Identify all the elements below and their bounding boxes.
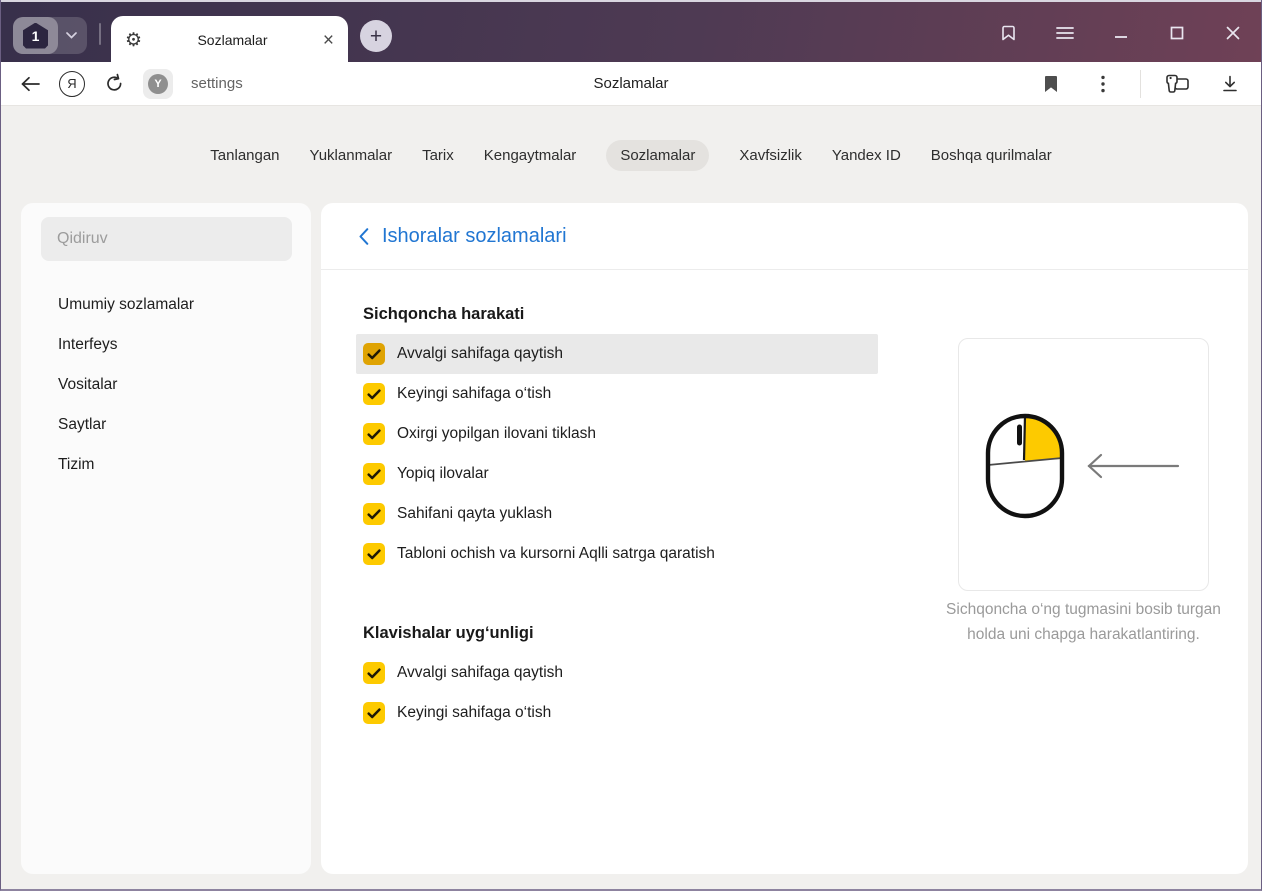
protect-letter: Y: [154, 77, 162, 90]
gestures-header[interactable]: Ishoralar sozlamalari: [321, 203, 1248, 270]
tab-yandex-id[interactable]: Yandex ID: [832, 140, 901, 171]
bookmark-icon[interactable]: [1036, 69, 1066, 99]
checkbox-checked-icon[interactable]: [363, 702, 385, 724]
tab-count: 1: [31, 27, 40, 44]
sidebar-item-vositalar[interactable]: Vositalar: [21, 365, 311, 405]
gesture-option-label: Keyingi sahifaga o‘tish: [397, 704, 552, 721]
gesture-option-label: Tabloni ochish va kursorni Aqlli satrga …: [397, 545, 715, 562]
gesture-option-row[interactable]: Sahifani qayta yuklash: [356, 494, 878, 534]
sidebar-item-interfeys[interactable]: Interfeys: [21, 325, 311, 365]
gesture-option-row[interactable]: Yopiq ilovalar: [356, 454, 878, 494]
close-tab-icon[interactable]: ×: [323, 31, 334, 50]
sidebar-item-saytlar[interactable]: Saytlar: [21, 405, 311, 445]
protect-icon: Y: [148, 73, 168, 94]
checkbox-checked-icon[interactable]: [363, 503, 385, 525]
mouse-illustration-icon: [985, 413, 1065, 519]
menu-icon[interactable]: [1053, 21, 1077, 45]
gesture-option-row[interactable]: Keyingi sahifaga o‘tish: [356, 693, 878, 733]
maximize-icon[interactable]: [1165, 21, 1189, 45]
checkbox-checked-icon[interactable]: [363, 423, 385, 445]
address-text[interactable]: settings: [191, 75, 243, 92]
more-options-icon[interactable]: [1088, 69, 1118, 99]
checkbox-checked-icon[interactable]: [363, 463, 385, 485]
checkbox-checked-icon[interactable]: [363, 543, 385, 565]
toolbar-divider: [1140, 69, 1141, 98]
gesture-option-label: Oxirgi yopilgan ilovani tiklash: [397, 425, 597, 442]
browser-window: 1 ⚙ Sozlamalar × + Я Y settings Sozlamal…: [0, 0, 1262, 891]
settings-page: Tanlangan Yuklanmalar Tarix Kengaytmalar…: [1, 107, 1261, 889]
new-tab-button[interactable]: +: [360, 20, 392, 52]
back-chevron-icon[interactable]: [359, 227, 369, 245]
sidebar-item-umumiy-sozlamalar[interactable]: Umumiy sozlamalar: [21, 285, 311, 325]
tab-kengaytmalar[interactable]: Kengaytmalar: [484, 140, 577, 171]
tab-title: Sozlamalar: [197, 32, 268, 48]
titlebar: 1 ⚙ Sozlamalar × +: [1, 0, 1261, 64]
gesture-option-label: Avvalgi sahifaga qaytish: [397, 345, 564, 362]
gesture-illustration-caption: Sichqoncha o‘ng tugmasini bosib turgan h…: [946, 601, 1221, 643]
sidebar-item-tizim[interactable]: Tizim: [21, 445, 311, 485]
yandex-home-button[interactable]: Я: [59, 70, 85, 97]
extensions-icon[interactable]: [1163, 69, 1193, 99]
gestures-settings-panel: Ishoralar sozlamalari Sichqoncha harakat…: [321, 203, 1248, 874]
gesture-option-label: Avvalgi sahifaga qaytish: [397, 664, 564, 681]
back-button[interactable]: [15, 69, 45, 99]
protect-badge[interactable]: Y: [143, 68, 173, 99]
settings-gear-icon: ⚙: [125, 29, 143, 51]
minimize-icon[interactable]: [1109, 21, 1133, 45]
yandex-letter: Я: [67, 76, 77, 91]
tab-boshqa-qurilmalar[interactable]: Boshqa qurilmalar: [931, 140, 1052, 171]
tab-tarix[interactable]: Tarix: [422, 140, 454, 171]
left-arrow-icon: [1087, 453, 1180, 479]
titlebar-divider: [99, 23, 101, 45]
search-input[interactable]: [41, 217, 292, 261]
checkbox-checked-icon[interactable]: [363, 662, 385, 684]
downloads-icon[interactable]: [1215, 69, 1245, 99]
gesture-option-label: Keyingi sahifaga o‘tish: [397, 385, 552, 402]
tab-xavfsizlik[interactable]: Xavfsizlik: [739, 140, 802, 171]
gesture-option-row[interactable]: Avvalgi sahifaga qaytish: [356, 653, 878, 693]
gesture-option-row[interactable]: Oxirgi yopilgan ilovani tiklash: [356, 414, 878, 454]
toolbar: Я Y settings Sozlamalar: [1, 62, 1261, 106]
settings-sidebar: Umumiy sozlamalar Interfeys Vositalar Sa…: [21, 203, 311, 874]
chevron-down-icon[interactable]: [66, 32, 77, 39]
gesture-option-row[interactable]: Tabloni ochish va kursorni Aqlli satrga …: [356, 534, 878, 574]
side-panel-bookmark-icon[interactable]: [997, 21, 1021, 45]
tab-yuklanmalar[interactable]: Yuklanmalar: [310, 140, 393, 171]
tab-counter-badge: 1: [13, 17, 58, 54]
tab-tanlangan[interactable]: Tanlangan: [210, 140, 279, 171]
settings-nav-tabs: Tanlangan Yuklanmalar Tarix Kengaytmalar…: [1, 140, 1261, 171]
checkbox-checked-icon[interactable]: [363, 383, 385, 405]
browser-tab[interactable]: ⚙ Sozlamalar ×: [111, 16, 348, 64]
tab-sozlamalar[interactable]: Sozlamalar: [606, 140, 710, 171]
gesture-illustration-card: [958, 338, 1209, 591]
gesture-option-label: Sahifani qayta yuklash: [397, 505, 553, 522]
section-title-key-combos: Klavishalar uyg‘unligi: [363, 624, 534, 642]
reload-button[interactable]: [99, 69, 129, 99]
tab-counter[interactable]: 1: [13, 17, 87, 54]
gesture-option-row[interactable]: Avvalgi sahifaga qaytish: [356, 334, 878, 374]
checkbox-checked-icon[interactable]: [363, 343, 385, 365]
gesture-option-row[interactable]: Keyingi sahifaga o‘tish: [356, 374, 878, 414]
close-window-icon[interactable]: [1221, 21, 1245, 45]
tab-count-shield-icon: 1: [23, 22, 48, 49]
page-section-title: Ishoralar sozlamalari: [382, 224, 567, 247]
gesture-option-label: Yopiq ilovalar: [397, 465, 489, 482]
section-title-mouse-gestures: Sichqoncha harakati: [363, 305, 525, 323]
